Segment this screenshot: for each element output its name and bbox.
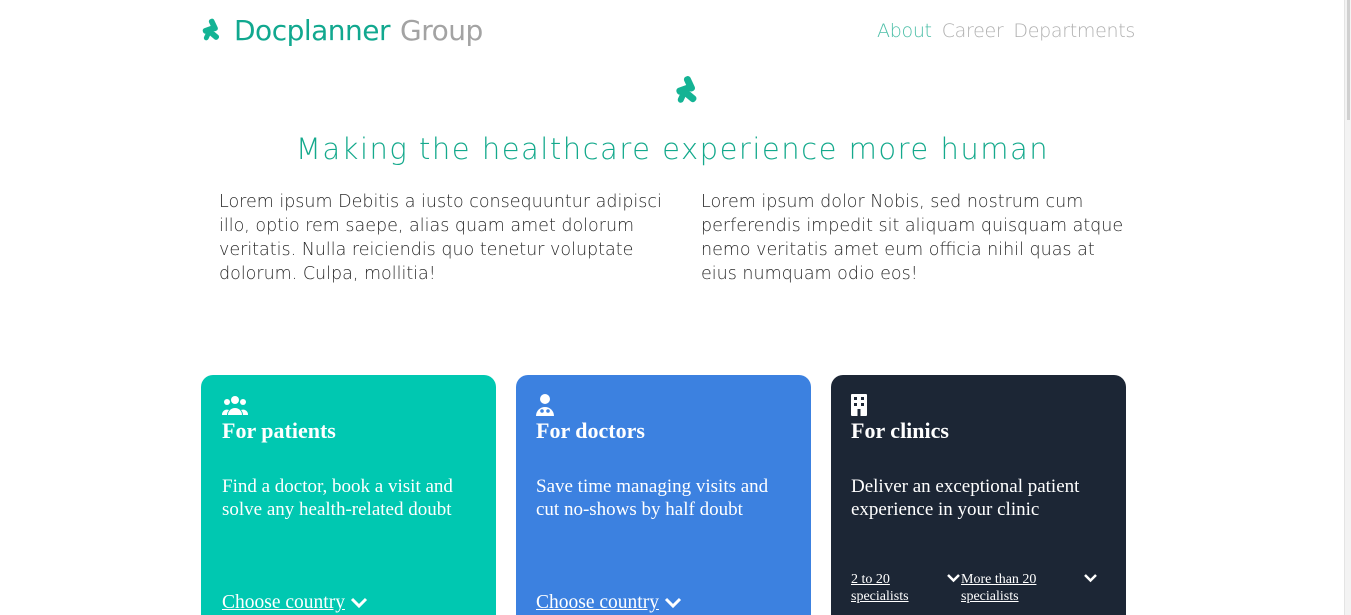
card-title: For clinics: [851, 418, 949, 443]
card-description: Save time managing visits and cut no-sho…: [536, 476, 769, 520]
card-for-doctors: For doctors Save time managing visits an…: [516, 375, 811, 615]
docplanner-logo-icon: [202, 18, 220, 41]
site-header: Docplanner Group About Career Department…: [200, 10, 1135, 54]
main-nav: About Career Departments: [877, 20, 1135, 42]
choose-country-link[interactable]: Choose country: [536, 592, 682, 614]
intro-text-right: Lorem ipsum dolor Nobis, sed nostrum cum…: [701, 192, 1124, 284]
brand-name: Docplanner: [234, 13, 391, 47]
page-scrollbar[interactable]: [1344, 0, 1351, 615]
brand-logo[interactable]: Docplanner Group: [200, 12, 483, 48]
docplanner-logo-icon: [676, 76, 697, 103]
clinic-size-label: More than 20 specialists: [961, 572, 1037, 604]
building-icon: [851, 394, 867, 416]
card-for-patients: For patients Find a doctor, book a visit…: [201, 375, 496, 615]
choose-country-link[interactable]: Choose country: [222, 592, 368, 614]
card-description: Deliver an exceptional patient experienc…: [851, 476, 1080, 520]
choose-country-label: Choose country: [536, 592, 659, 613]
clinic-size-option-large[interactable]: More than 20 specialists: [961, 571, 1098, 605]
hero-title: Making the healthcare experience more hu…: [295, 132, 1050, 166]
nav-career-link[interactable]: Career: [942, 20, 1004, 42]
scrollbar-thumb[interactable]: [1347, 0, 1350, 120]
card-description: Find a doctor, book a visit and solve an…: [222, 476, 453, 520]
chevron-down-icon: [664, 597, 682, 609]
card-title: For patients: [222, 418, 336, 443]
doctor-icon: [536, 394, 554, 416]
card-title: For doctors: [536, 418, 645, 443]
nav-departments-link[interactable]: Departments: [1013, 20, 1135, 42]
nav-about-link[interactable]: About: [877, 20, 932, 42]
users-icon: [222, 396, 248, 415]
chevron-down-icon: [1084, 574, 1097, 583]
clinic-size-label: 2 to 20 specialists: [851, 572, 909, 604]
chevron-down-icon: [947, 574, 960, 583]
clinic-size-option-small[interactable]: 2 to 20 specialists: [851, 571, 961, 605]
brand-group: Group: [400, 13, 483, 47]
chevron-down-icon: [350, 597, 368, 609]
card-for-clinics: For clinics Deliver an exceptional patie…: [831, 375, 1126, 615]
choose-country-label: Choose country: [222, 592, 345, 613]
intro-text-left: Lorem ipsum Debitis a iusto consequuntur…: [219, 192, 662, 284]
